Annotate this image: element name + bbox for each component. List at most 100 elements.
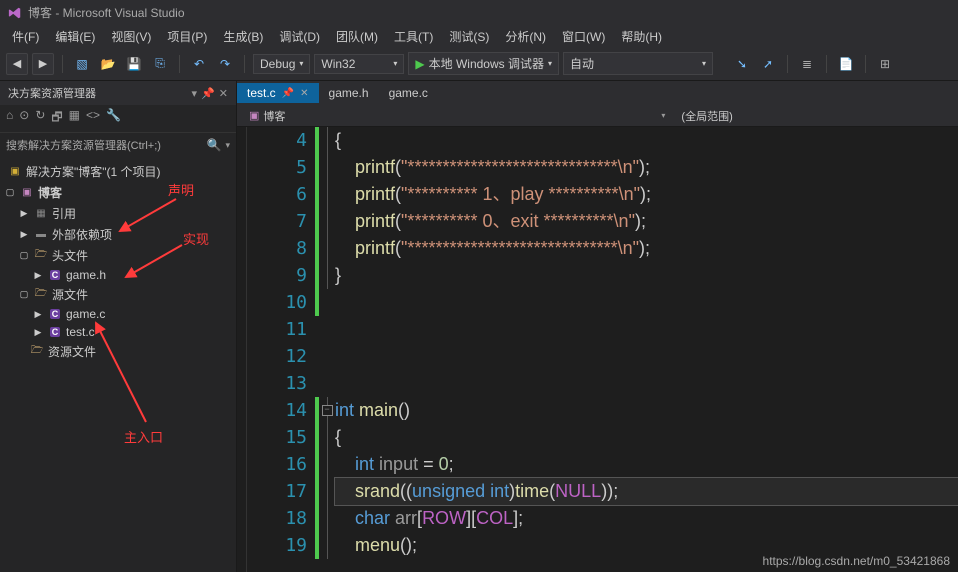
menu-project[interactable]: 项目(P) — [159, 26, 215, 47]
code-line[interactable] — [335, 316, 958, 343]
wrench-icon[interactable]: 🔧 — [106, 108, 121, 129]
panel-dropdown-icon[interactable]: ▾ — [192, 87, 198, 100]
nav-scope-dropdown[interactable]: (全局范围) — [673, 106, 740, 126]
code-line[interactable]: printf("******************************\n… — [335, 154, 958, 181]
code-line[interactable]: srand((unsigned int)time(NULL)); — [335, 478, 958, 505]
comment-button[interactable]: ≣ — [796, 53, 818, 75]
code-line[interactable]: int input = 0; — [335, 451, 958, 478]
undo-button[interactable]: ↶ — [188, 53, 210, 75]
step-over-button[interactable]: ➚ — [757, 53, 779, 75]
code-line[interactable]: printf("********** 0、exit **********\n")… — [335, 208, 958, 235]
file-game-c[interactable]: C game.c — [0, 305, 236, 323]
editor-area: test.c 📌 ✕ game.h game.c ▣博客 ▾ (全局范围) 45… — [237, 81, 958, 572]
refresh-icon[interactable]: ↻ — [35, 108, 45, 129]
nav-project-dropdown[interactable]: ▣博客 — [241, 106, 293, 126]
close-icon[interactable]: ✕ — [300, 88, 308, 99]
home-icon[interactable]: ⌂ — [6, 108, 13, 129]
search-dropdown-icon[interactable]: ▾ — [225, 140, 230, 151]
tab-game-c[interactable]: game.c — [379, 83, 438, 103]
sync-icon[interactable]: 🗗 — [51, 108, 62, 129]
expand-icon[interactable] — [32, 309, 44, 320]
nav-back-button[interactable]: ◀ — [6, 53, 28, 75]
expand-icon[interactable] — [32, 270, 44, 281]
autos-dropdown[interactable]: 自动 ▾ — [563, 52, 713, 75]
properties-icon[interactable]: <> — [86, 108, 100, 129]
menu-debug[interactable]: 调试(D) — [271, 26, 328, 47]
code-line[interactable]: } — [335, 262, 958, 289]
start-debug-button[interactable]: ▶ 本地 Windows 调试器 ▾ — [408, 52, 559, 75]
toggle-icon[interactable]: ⊙ — [19, 108, 29, 129]
pin-icon[interactable]: 📌 — [282, 88, 294, 99]
new-project-button[interactable]: ▧ — [71, 53, 93, 75]
pin-icon[interactable]: 📌 — [201, 87, 215, 100]
expand-icon[interactable] — [18, 289, 30, 300]
code-line[interactable] — [335, 370, 958, 397]
save-all-button[interactable]: ⎘ — [149, 53, 171, 75]
code-line[interactable]: { — [335, 424, 958, 451]
save-button[interactable]: 💾 — [123, 53, 145, 75]
panel-title: 决方案资源管理器 — [8, 85, 192, 101]
line-number: 14 — [247, 397, 315, 424]
code-text-area[interactable]: { printf("******************************… — [335, 127, 958, 572]
menu-file[interactable]: 件(F) — [4, 26, 47, 47]
platform-dropdown[interactable]: Win32 ▾ — [314, 54, 404, 74]
references-icon: ▦ — [34, 207, 48, 221]
expand-icon[interactable] — [18, 208, 30, 219]
step-into-button[interactable]: ➘ — [731, 53, 753, 75]
title-bar: 博客 - Microsoft Visual Studio — [0, 0, 958, 25]
references-node[interactable]: ▦ 引用 — [0, 203, 236, 224]
solution-icon: ▣ — [8, 165, 22, 179]
expand-icon[interactable] — [4, 187, 16, 198]
menu-edit[interactable]: 编辑(E) — [47, 26, 103, 47]
breakpoint-margin[interactable] — [237, 127, 247, 572]
separator — [865, 55, 866, 73]
fold-column[interactable] — [319, 127, 335, 572]
menu-build[interactable]: 生成(B) — [215, 26, 271, 47]
resources-folder[interactable]: 🗁 资源文件 — [0, 341, 236, 362]
vs-icon — [8, 6, 22, 20]
menu-test[interactable]: 测试(S) — [441, 26, 497, 47]
file-game-h[interactable]: C game.h — [0, 266, 236, 284]
code-line[interactable] — [335, 289, 958, 316]
fold-marker[interactable] — [319, 397, 335, 424]
menu-team[interactable]: 团队(M) — [328, 26, 386, 47]
menu-view[interactable]: 视图(V) — [103, 26, 159, 47]
code-editor[interactable]: 45678910111213141516171819 { printf("***… — [237, 127, 958, 572]
search-icon[interactable]: 🔍 — [207, 138, 222, 152]
redo-button[interactable]: ↷ — [214, 53, 236, 75]
fold-marker — [319, 154, 335, 181]
solution-node[interactable]: ▣ 解决方案"博客"(1 个项目) — [0, 161, 236, 182]
code-line[interactable] — [335, 343, 958, 370]
tab-game-h[interactable]: game.h — [319, 83, 379, 103]
code-line[interactable]: char arr[ROW][COL]; — [335, 505, 958, 532]
c-file-icon: C — [48, 268, 62, 282]
show-all-icon[interactable]: ▦ — [69, 108, 80, 129]
nav-forward-button[interactable]: ▶ — [32, 53, 54, 75]
menu-analyze[interactable]: 分析(N) — [497, 26, 554, 47]
solution-search-row[interactable]: 搜索解决方案资源管理器(Ctrl+;) 🔍 ▾ — [0, 133, 236, 157]
project-node[interactable]: ▣ 博客 — [0, 182, 236, 203]
code-line[interactable]: { — [335, 127, 958, 154]
code-line[interactable]: int main() — [335, 397, 958, 424]
menu-help[interactable]: 帮助(H) — [613, 26, 670, 47]
folder-icon: 🗁 — [30, 345, 44, 359]
tab-test-c[interactable]: test.c 📌 ✕ — [237, 83, 319, 103]
fold-marker — [319, 262, 335, 289]
config-dropdown[interactable]: Debug ▾ — [253, 54, 310, 74]
open-button[interactable]: 📂 — [97, 53, 119, 75]
menu-tools[interactable]: 工具(T) — [386, 26, 441, 47]
expand-icon[interactable] — [18, 229, 30, 240]
external-deps-node[interactable]: ▬ 外部依赖项 — [0, 224, 236, 245]
line-number: 13 — [247, 370, 315, 397]
headers-folder[interactable]: 🗁 头文件 — [0, 245, 236, 266]
file-test-c[interactable]: C test.c — [0, 323, 236, 341]
menu-window[interactable]: 窗口(W) — [554, 26, 613, 47]
close-icon[interactable]: ✕ — [219, 87, 228, 100]
new-file-button[interactable]: 📄 — [835, 53, 857, 75]
sources-folder[interactable]: 🗁 源文件 — [0, 284, 236, 305]
code-line[interactable]: printf("********** 1、play **********\n")… — [335, 181, 958, 208]
expand-icon[interactable] — [18, 250, 30, 261]
code-line[interactable]: printf("******************************\n… — [335, 235, 958, 262]
expand-icon[interactable] — [32, 327, 44, 338]
misc-button[interactable]: ⊞ — [874, 53, 896, 75]
